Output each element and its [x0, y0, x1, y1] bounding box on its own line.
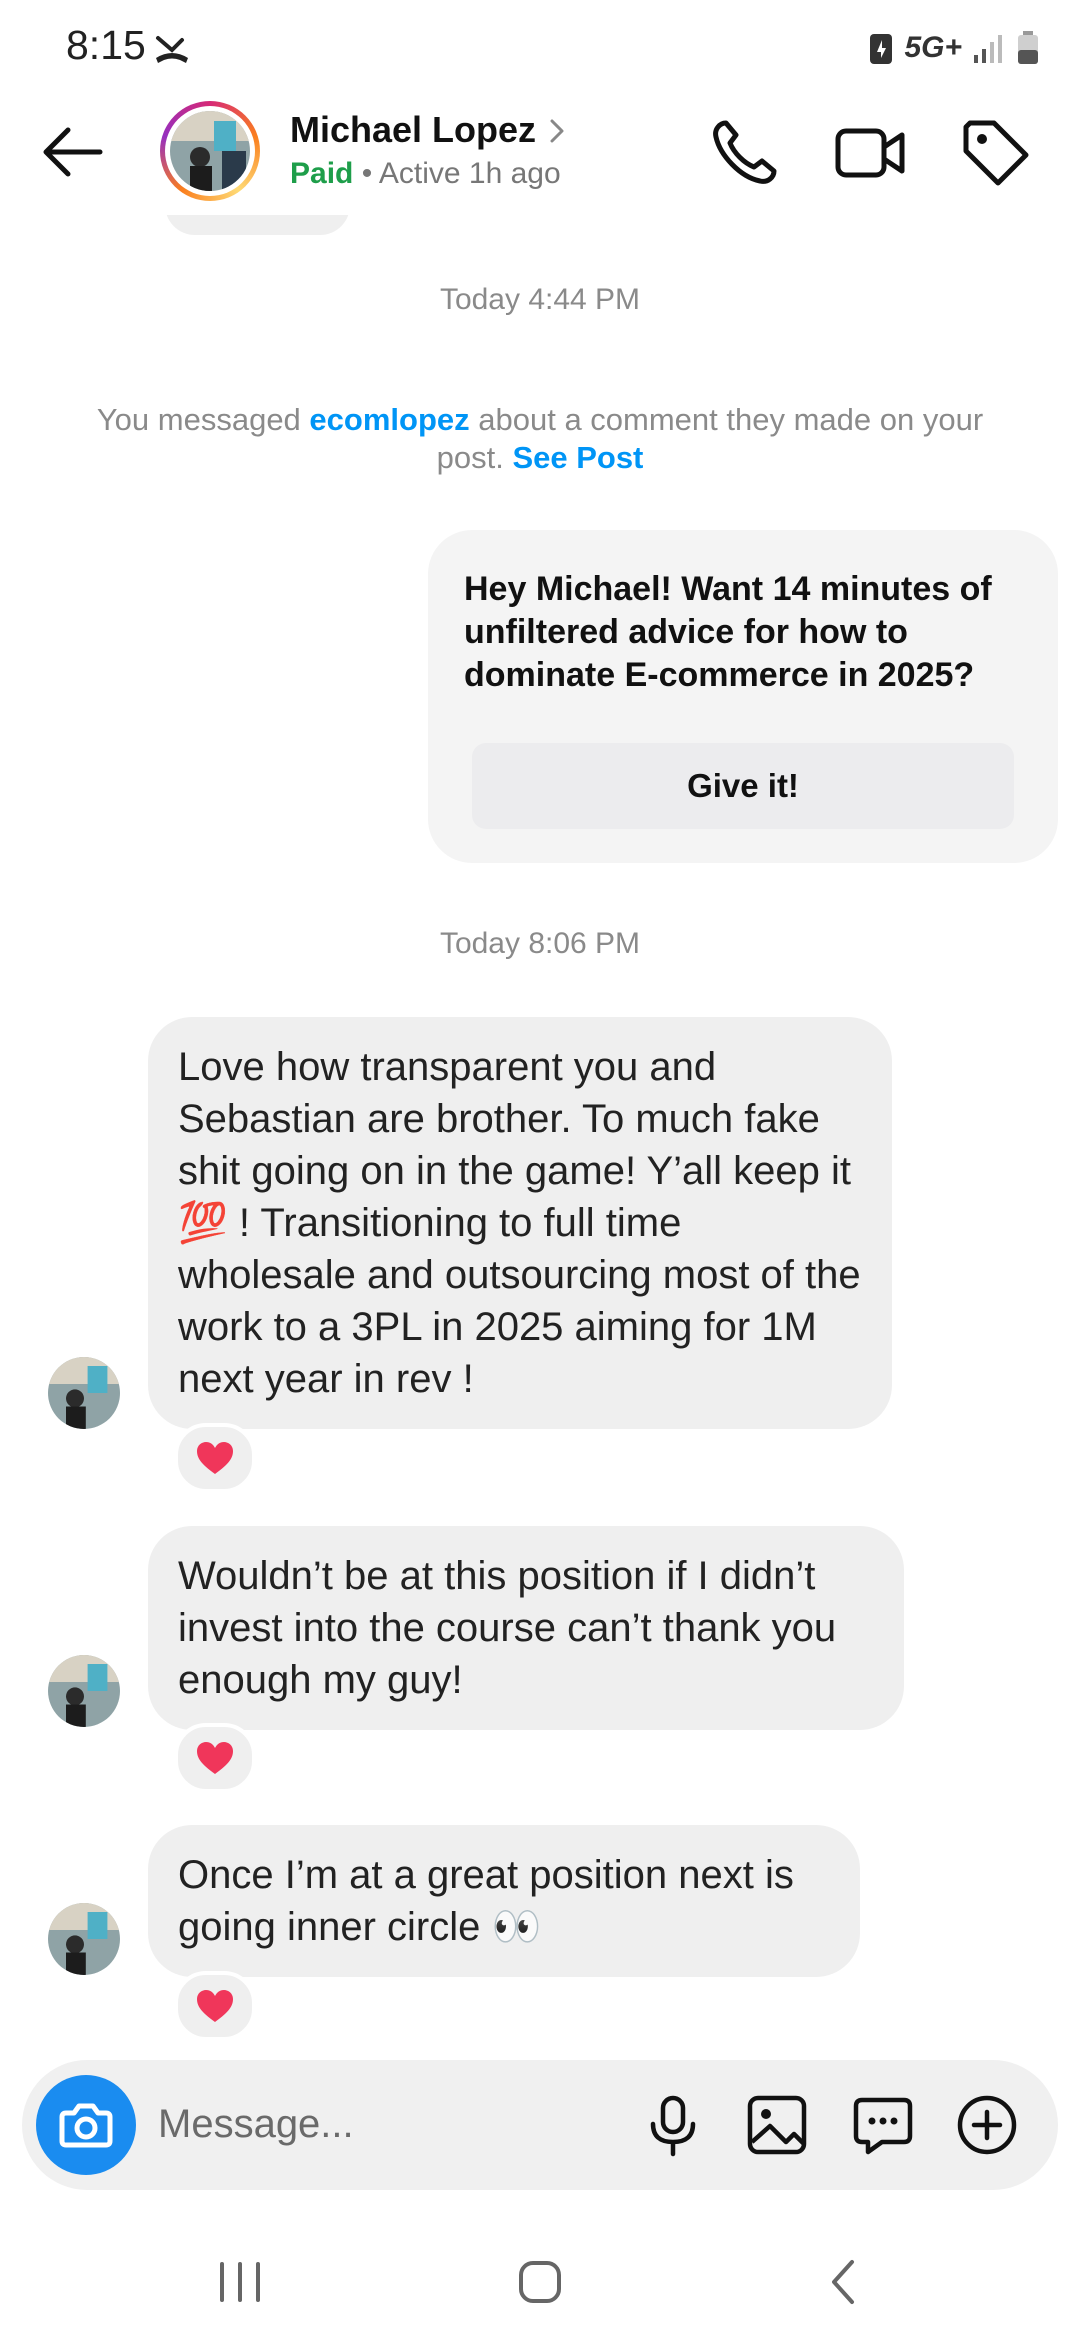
battery-icon [1018, 31, 1038, 64]
add-plus-icon[interactable] [952, 2090, 1022, 2160]
heart-icon [197, 1990, 233, 2022]
tag-label-icon[interactable] [958, 115, 1034, 191]
previous-message-bubble [165, 215, 350, 235]
sticker-chat-icon[interactable] [848, 2090, 918, 2160]
context-note: You messaged ecomlopez about a comment t… [96, 402, 984, 475]
heart-reaction[interactable] [174, 1723, 256, 1793]
heart-icon [197, 1742, 233, 1774]
nav-back-icon[interactable] [804, 2242, 884, 2322]
data-saver-icon [870, 34, 893, 64]
status-icons: 5G+ [868, 28, 1040, 68]
status-separator: • [353, 157, 379, 190]
heart-reaction[interactable] [174, 1423, 256, 1493]
contact-status: Paid • Active 1h ago [290, 157, 561, 191]
received-message-bubble[interactable]: Love how transparent you and Sebastian a… [148, 1017, 892, 1429]
heart-reaction[interactable] [174, 1971, 256, 2041]
see-post-link[interactable]: See Post [512, 440, 643, 475]
active-status: Active 1h ago [378, 157, 561, 190]
message-input[interactable] [158, 2094, 638, 2154]
gallery-icon[interactable] [742, 2090, 812, 2160]
network-type: 5G+ [904, 31, 962, 64]
previous-message-avatar [55, 215, 109, 225]
home-icon[interactable] [500, 2242, 580, 2322]
video-call-icon[interactable] [832, 115, 908, 191]
chevron-right-icon[interactable] [546, 113, 570, 149]
recent-apps-icon[interactable] [200, 2242, 280, 2322]
phone-call-icon[interactable] [706, 115, 782, 191]
received-message-bubble[interactable]: Wouldn’t be at this position if I didn’t… [148, 1526, 904, 1730]
sender-avatar[interactable] [48, 1357, 120, 1429]
message-thread[interactable]: Today 4:44 PM You messaged ecomlopez abo… [0, 215, 1080, 2045]
paid-label: Paid [290, 157, 354, 190]
username-link[interactable]: ecomlopez [309, 402, 469, 437]
sender-avatar[interactable] [48, 1903, 120, 1975]
heart-icon [197, 1442, 233, 1474]
status-time: 8:15 [66, 22, 146, 68]
timestamp: Today 8:06 PM [439, 927, 641, 960]
camera-button[interactable] [36, 2075, 136, 2175]
received-message-bubble[interactable]: Once I’m at a great position next is goi… [148, 1825, 860, 1977]
instagram-dm-screen: 8:15 5G+ Michael Lopez Paid • Active 1h … [0, 0, 1080, 2340]
sender-avatar[interactable] [48, 1655, 120, 1727]
give-it-button[interactable]: Give it! [472, 743, 1014, 829]
signal-icon [974, 35, 1002, 63]
microphone-icon[interactable] [638, 2090, 708, 2160]
contact-name[interactable]: Michael Lopez [290, 109, 536, 151]
missed-call-icon [156, 36, 188, 63]
card-text: Hey Michael! Want 14 minutes of unfilter… [464, 570, 992, 694]
status-bar: 8:15 5G+ [0, 0, 1080, 95]
contact-avatar[interactable] [160, 101, 260, 201]
chat-header: Michael Lopez Paid • Active 1h ago [0, 95, 1080, 215]
avatar-image [170, 111, 250, 191]
message-composer [22, 2060, 1058, 2190]
sent-message-card: Hey Michael! Want 14 minutes of unfilter… [428, 530, 1058, 863]
timestamp: Today 4:44 PM [439, 283, 641, 316]
back-arrow-icon[interactable] [38, 117, 108, 187]
system-nav-bar [0, 2220, 1080, 2340]
camera-icon [59, 2103, 113, 2148]
